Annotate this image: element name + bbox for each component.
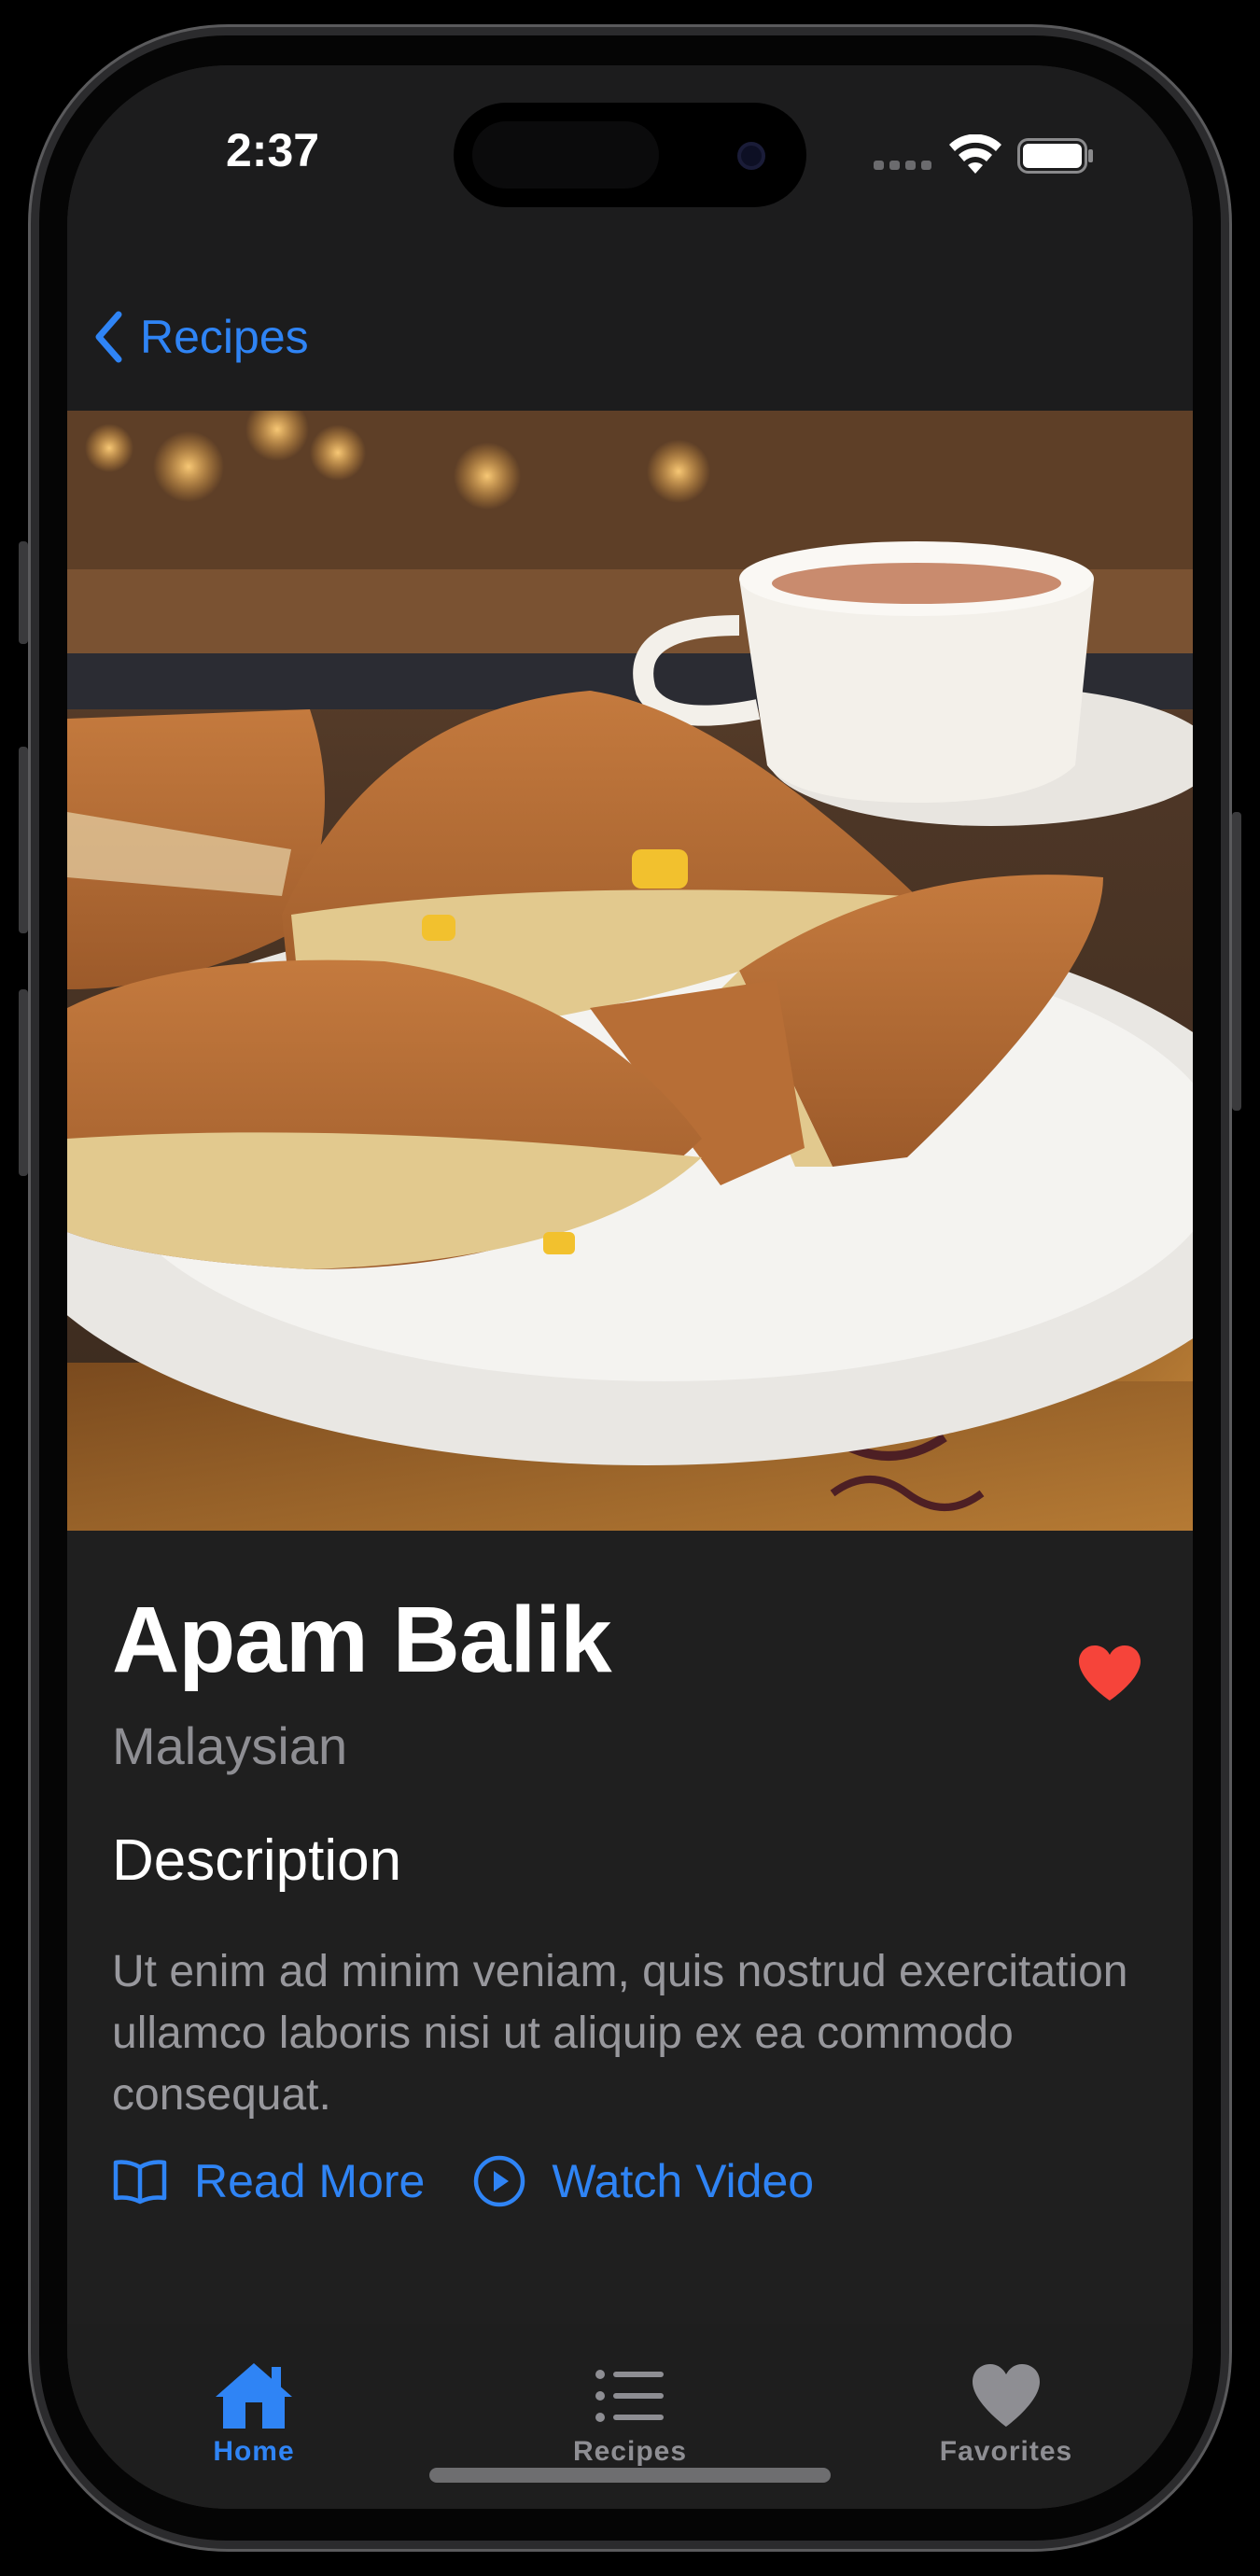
- play-circle-icon: [474, 2155, 525, 2207]
- back-button[interactable]: Recipes: [93, 310, 309, 364]
- cellular-signal-icon: [874, 161, 931, 170]
- description-text: Ut enim ad minim veniam, quis nostrud ex…: [112, 1947, 1128, 2120]
- recipe-image: [67, 411, 1193, 1531]
- tab-recipes-label: Recipes: [572, 2436, 688, 2467]
- tab-favorites-label: Favorites: [939, 2436, 1073, 2467]
- description-heading: Description: [112, 1828, 402, 1893]
- screen: 2:37 Recipes Apam Balik Malaysian Descri…: [67, 65, 1193, 2509]
- watch-video-label: Watch Video: [552, 2155, 815, 2207]
- book-icon: [113, 2160, 167, 2205]
- battery-icon: [1017, 138, 1093, 174]
- wifi-icon: [949, 134, 1001, 174]
- read-more-label: Read More: [194, 2155, 426, 2207]
- status-time: 2:37: [226, 124, 320, 176]
- recipe-details: Apam Balik Malaysian Description Ut enim…: [67, 1531, 1193, 2324]
- tab-recipes[interactable]: Recipes: [518, 2361, 742, 2468]
- recipe-actions: Read More Watch Video: [112, 2154, 814, 2208]
- favorite-heart-icon[interactable]: [1077, 1645, 1142, 1702]
- chevron-left-icon: [95, 311, 122, 363]
- heart-icon: [973, 2364, 1040, 2427]
- recipe-title: Apam Balik: [112, 1588, 612, 1692]
- status-bar: 2:37: [67, 65, 1193, 224]
- recipe-cuisine: Malaysian: [112, 1716, 348, 1775]
- tab-favorites[interactable]: Favorites: [894, 2361, 1118, 2468]
- list-icon: [595, 2370, 664, 2422]
- dynamic-island: [454, 103, 806, 207]
- tab-home-label: Home: [213, 2436, 295, 2467]
- navigation-bar: Recipes: [67, 224, 1193, 411]
- read-more-button[interactable]: Read More: [112, 2154, 425, 2208]
- watch-video-button[interactable]: Watch Video: [473, 2154, 814, 2208]
- tab-home[interactable]: Home: [142, 2361, 366, 2468]
- power-button: [1232, 812, 1241, 1111]
- house-icon: [216, 2363, 292, 2429]
- volume-up-button: [19, 747, 28, 933]
- front-camera-icon: [737, 142, 765, 170]
- home-indicator[interactable]: [429, 2468, 831, 2483]
- action-button: [19, 541, 28, 644]
- volume-down-button: [19, 989, 28, 1176]
- back-button-label: Recipes: [140, 311, 309, 363]
